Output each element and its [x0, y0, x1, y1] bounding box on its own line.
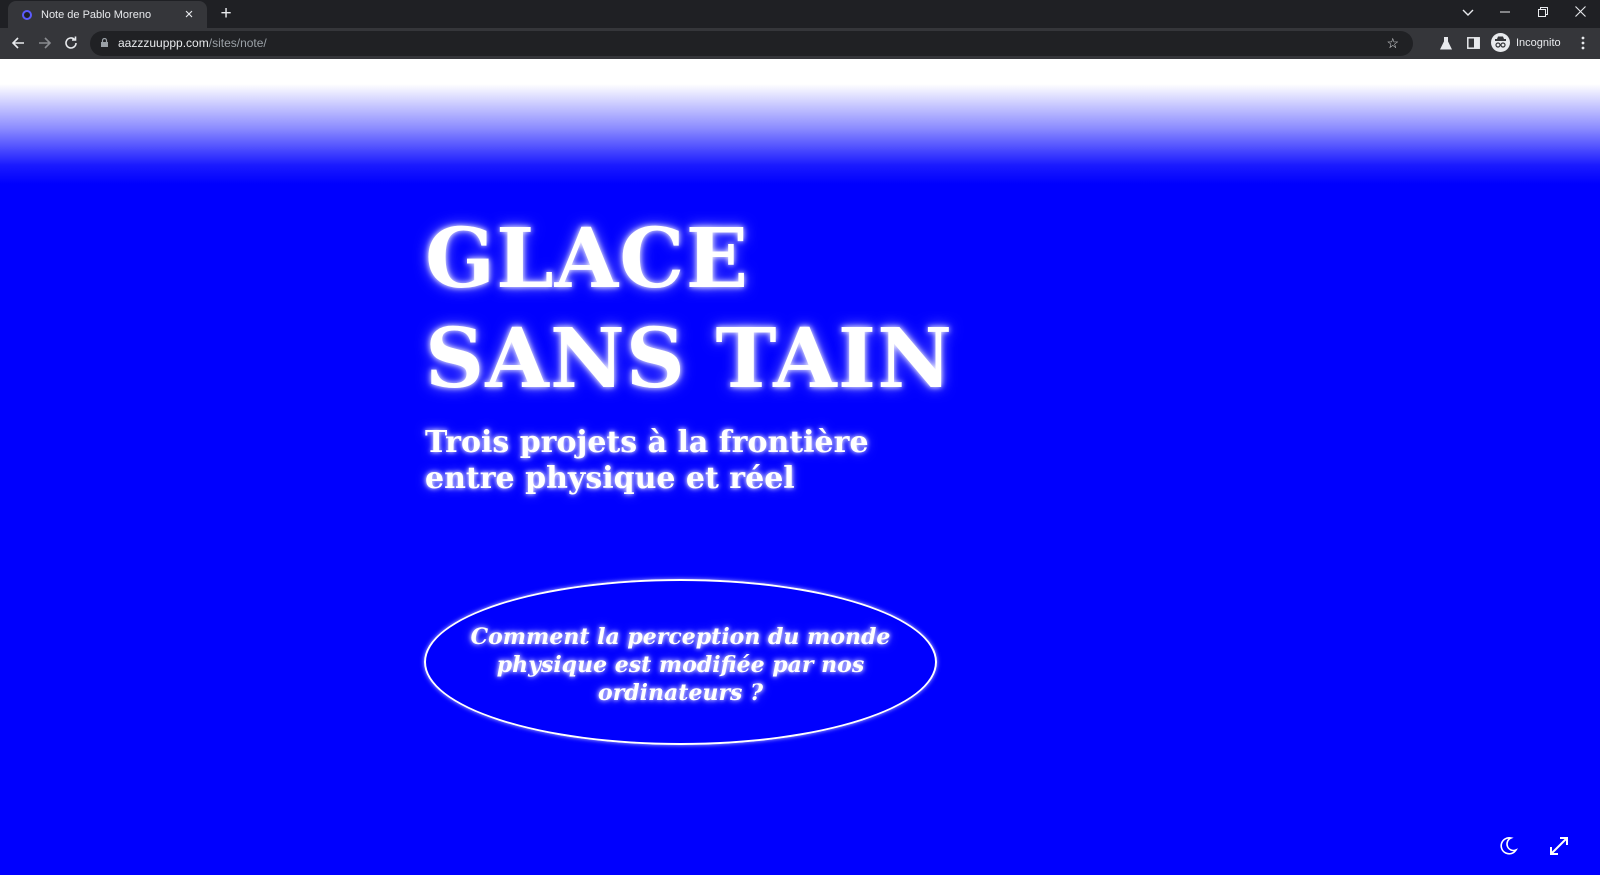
page-viewport: GLACE SANS TAIN Trois projets à la front…: [0, 59, 1600, 875]
reload-icon[interactable]: [60, 32, 82, 54]
top-gradient-fade: [0, 59, 1600, 184]
window-close-icon[interactable]: [1570, 4, 1590, 22]
question-oval: Comment la perception du monde physique …: [424, 579, 937, 745]
fullscreen-expand-icon[interactable]: [1545, 832, 1573, 860]
tab-search-chevron-down-icon[interactable]: [1458, 4, 1478, 22]
tab-close-icon[interactable]: ×: [181, 7, 197, 22]
incognito-icon: [1491, 33, 1510, 52]
lock-icon: [101, 38, 108, 47]
labs-flask-icon[interactable]: [1436, 33, 1456, 53]
dark-mode-moon-icon[interactable]: [1494, 832, 1522, 860]
address-bar[interactable]: aazzzuuppp.com/sites/note/ ☆: [90, 31, 1413, 56]
title-line-2: SANS TAIN: [425, 311, 954, 407]
title-line-1: GLACE: [425, 211, 750, 307]
page-title: GLACE SANS TAIN: [425, 209, 953, 409]
restore-icon[interactable]: [1533, 4, 1553, 22]
browser-toolbar: aazzzuuppp.com/sites/note/ ☆ Incognito: [0, 28, 1600, 59]
incognito-label: Incognito: [1516, 36, 1561, 49]
back-arrow-icon[interactable]: [7, 32, 29, 54]
browser-tab[interactable]: Note de Pablo Moreno ×: [8, 1, 207, 28]
incognito-profile-button[interactable]: Incognito: [1491, 33, 1561, 52]
page-subtitle: Trois projets à la frontière entre physi…: [425, 425, 869, 496]
side-panel-icon[interactable]: [1463, 33, 1483, 53]
url-path: /sites/note/: [208, 36, 267, 50]
new-tab-plus-icon[interactable]: +: [216, 4, 236, 24]
tab-title: Note de Pablo Moreno: [41, 8, 152, 21]
url-domain: aazzzuuppp.com: [118, 36, 209, 50]
forward-arrow-icon[interactable]: [34, 32, 56, 54]
browser-menu-icon[interactable]: [1573, 33, 1593, 53]
browser-tab-bar: Note de Pablo Moreno × +: [0, 0, 1600, 28]
question-text: Comment la perception du monde physique …: [470, 624, 891, 706]
bookmark-star-icon[interactable]: ☆: [1386, 35, 1399, 52]
site-favicon-icon: [22, 9, 32, 20]
minimize-icon[interactable]: [1495, 4, 1515, 22]
url-text: aazzzuuppp.com/sites/note/: [118, 36, 267, 50]
